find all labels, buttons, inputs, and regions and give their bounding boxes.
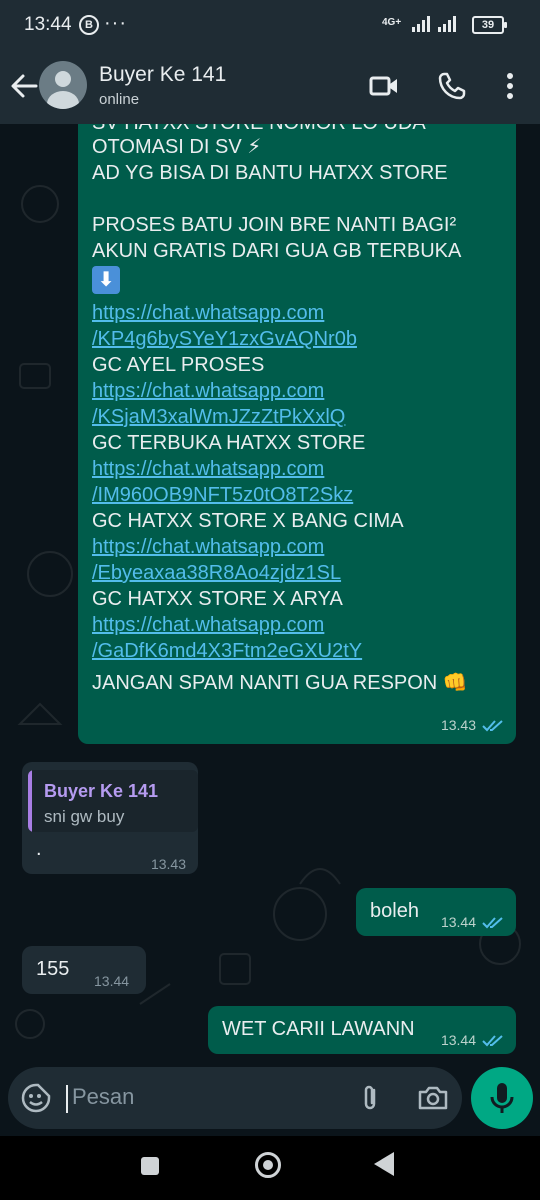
avatar-body	[47, 91, 79, 109]
group-label: GC AYEL PROSES	[92, 354, 265, 376]
message-bubble-outgoing[interactable]: WET CARII LAWANN 13.44	[208, 1006, 516, 1054]
group-label: JANGAN SPAM NANTI GUA RESPON 👊	[92, 672, 468, 694]
text-caret	[66, 1085, 68, 1113]
message-time: 13.44	[440, 914, 476, 930]
group-link[interactable]: /IM960OB9NFT5z0tO8T2Skz	[92, 482, 353, 508]
back-arrow-icon[interactable]	[8, 70, 40, 102]
status-bar: 13:44 B ··· 4G+ 39	[0, 0, 540, 50]
message-meta: 13.44	[441, 909, 504, 935]
message-meta: 13.43	[441, 712, 504, 738]
group-link[interactable]: /GaDfK6md4X3Ftm2eGXU2tY	[92, 638, 362, 664]
message-placeholder: Pesan	[72, 1084, 135, 1109]
system-nav-bar	[0, 1136, 540, 1200]
read-double-check-icon	[482, 917, 503, 929]
message-meta: 13.44	[441, 1027, 504, 1053]
message-bubble-incoming[interactable]: 155 13.44	[22, 946, 146, 994]
group-link[interactable]: https://chat.whatsapp.com	[92, 612, 324, 638]
group-link[interactable]: https://chat.whatsapp.com	[92, 456, 324, 482]
group-link[interactable]: /KP4g6bySYeY1zxGvAQNr0b	[92, 326, 357, 352]
microphone-icon	[490, 1083, 514, 1113]
system-back-button[interactable]	[374, 1152, 394, 1176]
message-time: 13.44	[440, 1032, 476, 1048]
message-time: 13.43	[150, 856, 186, 872]
contact-name[interactable]: Buyer Ke 141	[99, 63, 226, 87]
avatar-head	[55, 71, 71, 87]
read-double-check-icon	[482, 720, 503, 732]
message-text-line: OTOMASI DI SV ⚡	[92, 136, 262, 158]
message-text: .	[36, 838, 42, 860]
message-time: 13.44	[94, 973, 130, 989]
group-link[interactable]: /KSjaM3xalWmJZzZtPkXxlQ	[92, 404, 345, 430]
notification-b-icon: B	[79, 15, 99, 35]
group-link[interactable]: https://chat.whatsapp.com	[92, 534, 324, 560]
camera-icon[interactable]	[416, 1082, 450, 1114]
chat-header: Buyer Ke 141 online	[0, 50, 540, 124]
message-bubble-outgoing[interactable]: SV HATXX STORE NOMOR LO UDA OTOMASI DI S…	[78, 124, 516, 744]
chat-area[interactable]: SV HATXX STORE NOMOR LO UDA OTOMASI DI S…	[0, 124, 540, 1060]
contact-status: online	[99, 91, 140, 108]
quote-bar	[28, 770, 32, 832]
avatar[interactable]	[39, 61, 87, 109]
group-label: GC HATXX STORE X BANG CIMA	[92, 510, 404, 532]
message-text-line: AKUN GRATIS DARI GUA GB TERBUKA	[92, 240, 462, 262]
group-link[interactable]: /Ebyeaxaa38R8Ao4zjdz1SL	[92, 560, 341, 586]
message-input-bar: Pesan	[0, 1060, 540, 1136]
message-bubble-incoming[interactable]: Buyer Ke 141 sni gw buy . 13.43	[22, 762, 198, 874]
network-type: 4G+	[382, 17, 402, 28]
home-button[interactable]	[255, 1152, 281, 1178]
message-text: boleh	[370, 900, 419, 922]
group-label: GC TERBUKA HATXX STORE	[92, 432, 366, 454]
message-input-field[interactable]: Pesan	[8, 1067, 462, 1129]
quoted-sender: Buyer Ke 141	[44, 781, 159, 801]
read-double-check-icon	[482, 1035, 503, 1047]
message-time: 13.43	[440, 717, 476, 733]
group-link[interactable]: https://chat.whatsapp.com	[92, 300, 324, 326]
voice-message-button[interactable]	[471, 1067, 533, 1129]
quoted-text: sni gw buy	[44, 807, 125, 826]
battery-icon: 39	[472, 16, 507, 34]
video-call-icon[interactable]	[368, 70, 400, 102]
message-text-line: AD YG BISA DI BANTU HATXX STORE	[92, 162, 448, 184]
voice-call-icon[interactable]	[436, 70, 468, 102]
attach-icon[interactable]	[354, 1082, 386, 1114]
message-bubble-outgoing[interactable]: boleh 13.44	[356, 888, 516, 936]
more-notifications-icon: ···	[104, 12, 127, 34]
down-arrow-emoji: ⬇	[92, 266, 120, 294]
clock: 13:44	[24, 14, 72, 35]
message-text: WET CARII LAWANN	[222, 1018, 415, 1040]
group-link[interactable]: https://chat.whatsapp.com	[92, 378, 324, 404]
sticker-icon[interactable]	[20, 1082, 52, 1114]
signal-icon	[412, 16, 456, 32]
more-options-icon[interactable]	[494, 70, 526, 102]
recents-button[interactable]	[141, 1157, 159, 1175]
group-label: GC HATXX STORE X ARYA	[92, 588, 343, 610]
message-text: 155	[36, 958, 70, 980]
quoted-message[interactable]: Buyer Ke 141 sni gw buy	[28, 770, 198, 832]
message-text-line: PROSES BATU JOIN BRE NANTI BAGI²	[92, 214, 457, 236]
